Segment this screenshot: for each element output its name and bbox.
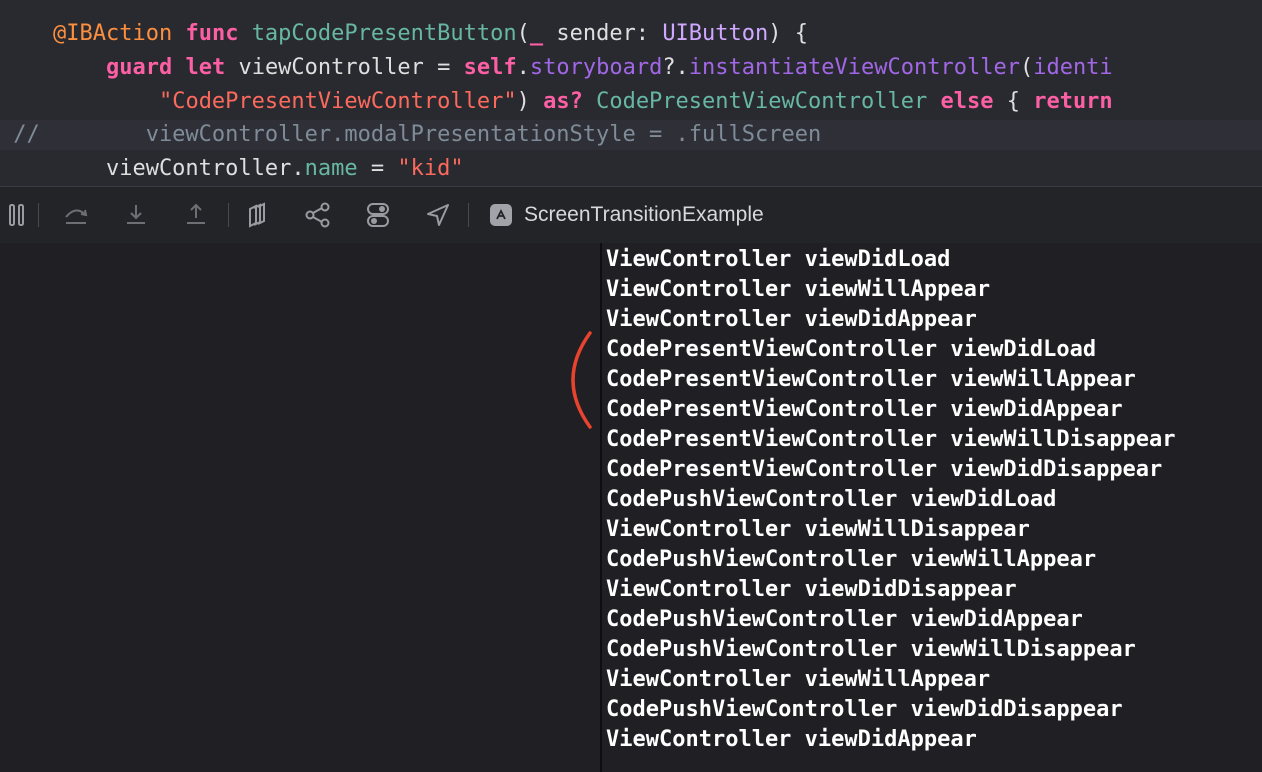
code-token: let <box>185 55 226 80</box>
variables-view[interactable] <box>0 243 600 772</box>
step-into-button[interactable] <box>120 199 152 231</box>
console-line: CodePresentViewController viewWillDisapp… <box>606 427 1176 452</box>
environment-overrides-button[interactable] <box>362 199 394 231</box>
code-line[interactable]: "CodePresentViewController") as? CodePre… <box>0 87 1262 117</box>
console-line: CodePresentViewController viewDidLoad <box>606 337 1097 362</box>
console-line: CodePresentViewController viewDidDisappe… <box>606 457 1163 482</box>
view-hierarchy-icon <box>249 202 265 228</box>
debug-memory-graph-button[interactable] <box>302 199 334 231</box>
pause-icon <box>9 204 24 226</box>
step-over-icon <box>65 209 88 224</box>
code-token: return <box>1033 89 1113 114</box>
code-token: as? <box>543 89 583 114</box>
code-token: else <box>940 89 994 114</box>
console-line: CodePushViewController viewDidDisappear <box>606 697 1123 722</box>
code-token: func <box>185 21 239 46</box>
code-editor[interactable]: @IBAction func tapCodePresentButton(_ se… <box>0 0 1262 186</box>
code-token: ) <box>516 89 544 114</box>
step-out-icon <box>187 203 205 224</box>
code-line[interactable]: guard let viewController = self.storyboa… <box>0 53 1262 83</box>
step-out-button[interactable] <box>180 199 212 231</box>
console-line: ViewController viewDidAppear <box>606 307 977 332</box>
code-line[interactable]: viewController.name = "kid" <box>0 154 1262 184</box>
console-line: ViewController viewWillAppear <box>606 667 991 692</box>
code-token: // viewController.modalPresentationStyle… <box>0 122 822 147</box>
environment-overrides-icon <box>367 203 389 227</box>
code-token: viewController = <box>225 55 464 80</box>
console-line: ViewController viewDidDisappear <box>606 577 1017 602</box>
code-token: name <box>304 156 358 181</box>
code-token: instantiateViewController <box>688 55 1020 80</box>
continue-pause-button[interactable] <box>0 199 32 231</box>
code-token: ?. <box>662 55 689 80</box>
console-line: CodePushViewController viewDidAppear <box>606 607 1083 632</box>
code-token: tapCodePresentButton <box>251 21 517 46</box>
annotation-bracket <box>571 331 592 429</box>
code-token: CodePresentViewController <box>596 89 928 114</box>
code-token: . <box>516 55 530 80</box>
simulate-location-button[interactable] <box>422 199 454 231</box>
console-line: CodePushViewController viewWillDisappear <box>606 637 1136 662</box>
code-token: sender: <box>543 21 663 46</box>
app-target-icon <box>490 204 512 226</box>
console-line: ViewController viewDidAppear <box>606 727 977 752</box>
code-token: self <box>463 55 517 80</box>
console-log: ViewController viewDidLoad ViewControlle… <box>606 245 1176 755</box>
code-token: "CodePresentViewController" <box>158 89 517 114</box>
code-token: { <box>993 89 1034 114</box>
code-line-commented[interactable]: // viewController.modalPresentationStyle… <box>0 120 1262 150</box>
debug-toolbar: ScreenTransitionExample <box>0 186 1262 244</box>
console-line: ViewController viewDidLoad <box>606 247 951 272</box>
location-icon <box>427 204 449 226</box>
step-into-icon <box>127 205 145 224</box>
code-token: identi <box>1033 55 1113 80</box>
code-token: ( <box>1019 55 1034 80</box>
toolbar-divider <box>38 203 39 227</box>
code-line[interactable]: @IBAction func tapCodePresentButton(_ se… <box>0 19 1262 49</box>
code-token: viewController. <box>0 156 305 181</box>
code-token: guard <box>105 55 173 80</box>
console-line: ViewController viewWillDisappear <box>606 517 1030 542</box>
memory-graph-icon <box>305 202 330 228</box>
step-over-button[interactable] <box>60 199 92 231</box>
code-token: @IBAction <box>52 21 173 46</box>
console-line: CodePushViewController viewDidLoad <box>606 487 1057 512</box>
debug-target-label[interactable]: ScreenTransitionExample <box>524 201 764 229</box>
code-token: = <box>357 156 398 181</box>
console-line: CodePresentViewController viewWillAppear <box>606 367 1136 392</box>
console-line: ViewController viewWillAppear <box>606 277 991 302</box>
code-token: ( <box>516 21 530 46</box>
console-line: CodePushViewController viewWillAppear <box>606 547 1097 572</box>
code-token: _ <box>529 21 544 46</box>
console-output[interactable]: ViewController viewDidLoad ViewControlle… <box>602 243 1262 772</box>
debug-view-hierarchy-button[interactable] <box>242 199 274 231</box>
toolbar-divider <box>228 203 229 227</box>
code-token: ) { <box>768 21 809 46</box>
code-token: storyboard <box>529 55 663 80</box>
code-token: "kid" <box>397 156 464 181</box>
console-line: CodePresentViewController viewDidAppear <box>606 397 1123 422</box>
code-token: UIButton <box>662 21 769 46</box>
toolbar-divider <box>468 203 469 227</box>
